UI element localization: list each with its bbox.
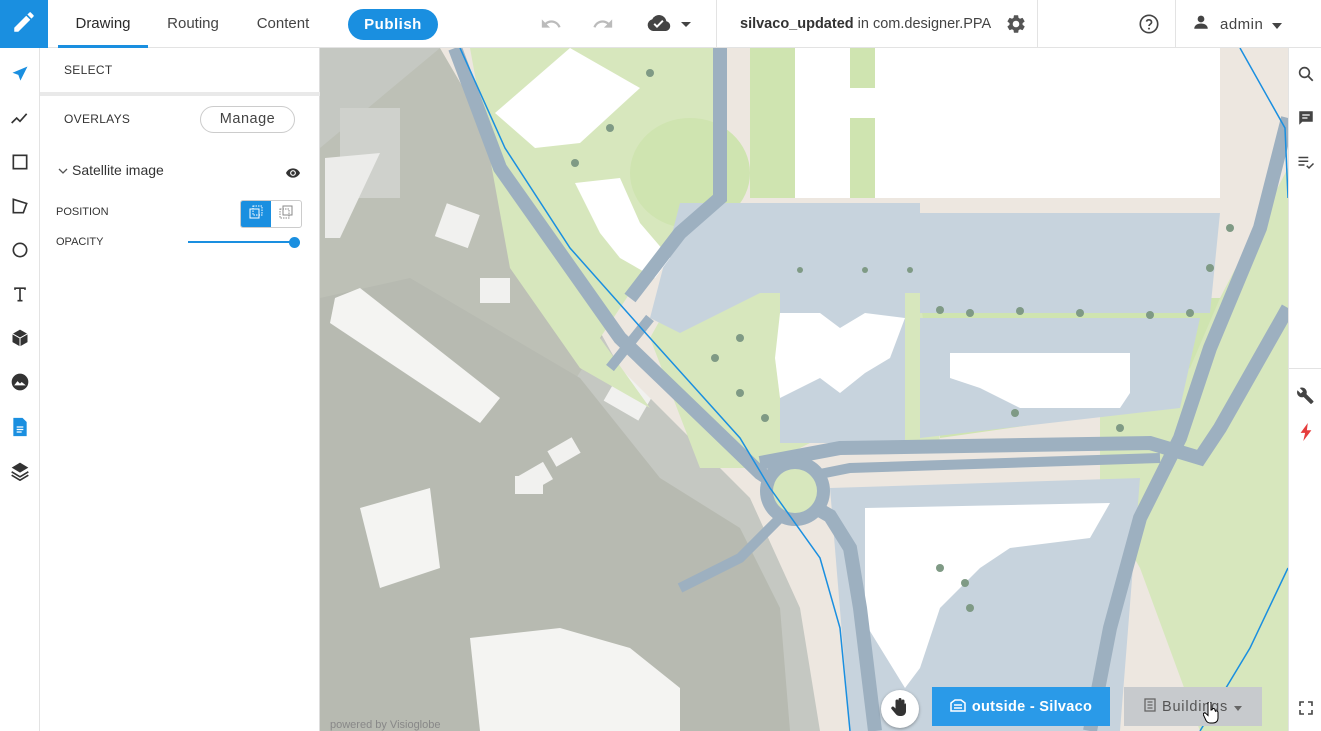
user-name: admin (1220, 15, 1264, 33)
floor-selector-button[interactable]: outside - Silvaco (932, 687, 1110, 726)
opacity-label: OPACITY (56, 236, 104, 248)
cube-icon[interactable] (8, 326, 32, 350)
opacity-slider[interactable] (188, 241, 298, 243)
chevron-down-icon (1234, 699, 1243, 715)
circle-icon[interactable] (8, 238, 32, 262)
text-icon[interactable] (8, 282, 32, 306)
fullscreen-icon[interactable] (1295, 697, 1317, 719)
right-tool-rail (1288, 48, 1321, 731)
user-icon (1192, 13, 1210, 35)
chevron-down-icon[interactable] (58, 162, 68, 178)
separator (1037, 0, 1038, 47)
select-section-label: SELECT (64, 63, 113, 77)
manage-overlays-button[interactable]: Manage (200, 106, 295, 133)
pencil-icon (11, 9, 37, 40)
overlay-item-satellite[interactable]: Satellite image (58, 162, 164, 178)
position-above-button[interactable] (271, 201, 301, 227)
app-logo[interactable] (0, 0, 48, 48)
tools-icon[interactable] (1295, 385, 1317, 407)
separator (716, 0, 717, 47)
top-bar: Drawing Routing Content Publish silvaco_… (0, 0, 1321, 48)
publish-button[interactable]: Publish (348, 9, 438, 40)
rectangle-icon[interactable] (8, 150, 32, 174)
layer-above-icon (279, 205, 293, 224)
position-label: POSITION (56, 206, 109, 218)
chevron-down-icon (1272, 16, 1283, 33)
cloud-check-icon[interactable] (647, 12, 691, 36)
eye-icon[interactable] (286, 165, 300, 183)
layer-below-icon (249, 205, 263, 224)
checklist-icon[interactable] (1295, 151, 1317, 173)
help-icon[interactable] (1137, 12, 1161, 36)
building-icon (950, 698, 966, 716)
tab-routing[interactable]: Routing (158, 0, 228, 48)
map-credit: powered by Visioglobe (330, 719, 441, 731)
undo-icon[interactable] (539, 12, 563, 36)
project-name: silvaco_updated (740, 16, 854, 32)
floor-label: outside - Silvaco (971, 698, 1093, 715)
polyline-icon[interactable] (8, 106, 32, 130)
user-menu[interactable]: admin (1192, 0, 1283, 48)
map-drawing (320, 48, 1288, 731)
opacity-slider-handle[interactable] (289, 237, 300, 248)
position-below-button[interactable] (241, 201, 271, 227)
overlays-section-label: OVERLAYS (64, 112, 131, 126)
pan-hand-button[interactable] (881, 690, 919, 728)
tab-drawing[interactable]: Drawing (58, 0, 148, 48)
layers-icon[interactable] (8, 459, 32, 483)
gear-icon[interactable] (1004, 12, 1028, 36)
project-package: com.designer.PPA (872, 16, 992, 32)
tool-rail (0, 48, 40, 731)
panel-divider (40, 92, 320, 96)
hand-cursor-icon (1202, 701, 1219, 729)
lightning-icon[interactable] (1295, 421, 1317, 443)
hand-icon (891, 697, 909, 722)
position-toggle (240, 200, 302, 228)
separator (1175, 0, 1176, 47)
building-icon (1144, 697, 1156, 716)
comment-icon[interactable] (1295, 107, 1317, 129)
buildings-dropdown[interactable]: Buildings (1124, 687, 1262, 726)
project-title: silvaco_updated in com.designer.PPA (740, 0, 991, 48)
side-panel: SELECT OVERLAYS Manage Satellite image P… (40, 48, 320, 731)
image-icon[interactable] (8, 370, 32, 394)
map-canvas[interactable] (320, 48, 1288, 731)
separator (1289, 368, 1321, 369)
document-icon[interactable] (8, 415, 32, 439)
polygon-icon[interactable] (8, 194, 32, 218)
overlay-name: Satellite image (72, 162, 164, 178)
search-icon[interactable] (1295, 63, 1317, 85)
project-in: in (853, 16, 873, 32)
redo-icon[interactable] (591, 12, 615, 36)
select-arrow-icon[interactable] (8, 62, 32, 86)
tab-content[interactable]: Content (248, 0, 318, 48)
